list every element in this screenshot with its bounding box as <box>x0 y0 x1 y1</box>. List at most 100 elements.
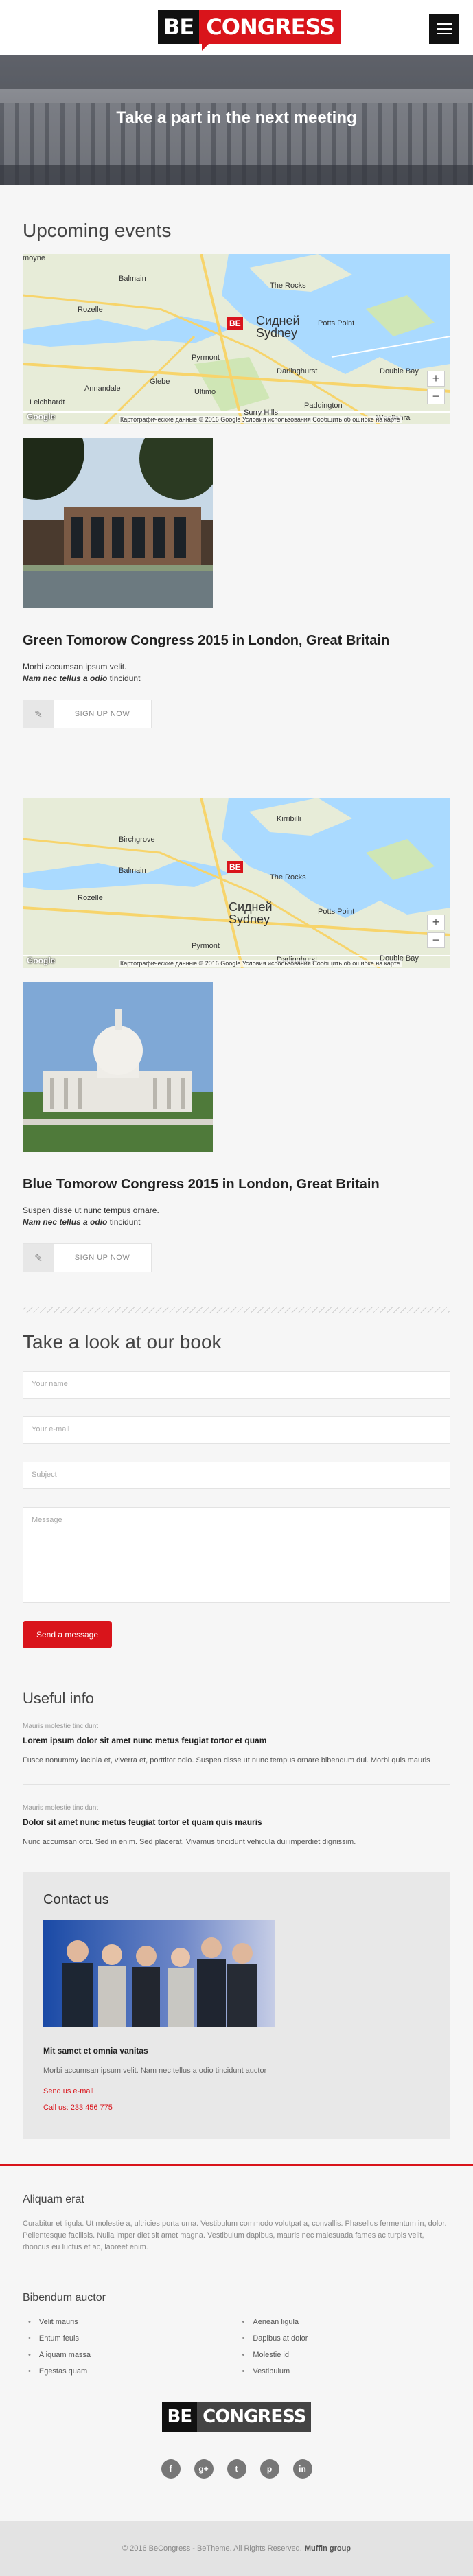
footer-links: Velit mauris Aenean ligula Entum feuis D… <box>23 2318 450 2376</box>
info-heading: Dolor sit amet nunc metus feugiat tortor… <box>23 1817 262 1827</box>
pencil-icon: ✎ <box>23 1244 54 1272</box>
map-pin-icon[interactable]: BE <box>227 861 243 873</box>
site-footer: Aliquam erat Curabitur et ligula. Ut mol… <box>0 2164 473 2521</box>
map-city-label: Сидней <box>256 314 300 327</box>
upcoming-events-title: Upcoming events <box>23 220 172 241</box>
footer-title-1: Aliquam erat <box>23 2194 84 2205</box>
event-line2-rest: tincidunt <box>109 674 141 683</box>
event-title[interactable]: Green Tomorow Congress 2015 in London, G… <box>23 633 450 649</box>
footer-link[interactable]: Molestie id <box>237 2351 451 2359</box>
footer-logo-congress: CONGRESS <box>197 2402 312 2432</box>
map-label: Potts Point <box>318 908 355 916</box>
email-field[interactable]: Your e-mail <box>23 1416 450 1444</box>
zigzag-divider <box>23 1307 450 1313</box>
useful-info-section: Useful info Mauris molestie tincidunt Lo… <box>23 1690 450 1848</box>
footer-link[interactable]: Dapibus at dolor <box>237 2334 451 2343</box>
divider <box>23 1784 450 1785</box>
site-logo[interactable]: BE CONGRESS <box>158 10 342 51</box>
map-label: Birchgrove <box>119 836 155 844</box>
event-line2-bold: Nam nec tellus a odio <box>23 674 108 683</box>
footer-link[interactable]: Velit mauris <box>23 2318 237 2326</box>
useful-info-title: Useful info <box>23 1690 94 1707</box>
email-link[interactable]: Send us e-mail <box>43 2087 430 2095</box>
linkedin-icon[interactable]: in <box>292 2459 312 2479</box>
team-photo-graphic <box>62 1937 257 2027</box>
footer-link[interactable]: Aliquam massa <box>23 2351 237 2359</box>
map-label: Kirribilli <box>277 815 301 823</box>
map-label: Darlinghurst <box>277 367 318 376</box>
page: BE CONGRESS Take a part in the next meet… <box>0 0 473 2576</box>
google-logo: Google <box>27 956 56 965</box>
info-item: Mauris molestie tincidunt Lorem ipsum do… <box>23 1723 450 1767</box>
info-small: Mauris molestie tincidunt <box>23 1723 99 1730</box>
event-title[interactable]: Blue Tomorow Congress 2015 in London, Gr… <box>23 1177 450 1193</box>
name-field[interactable]: Your name <box>23 1371 450 1399</box>
event-line2-rest: tincidunt <box>109 1217 141 1227</box>
copyright-text: © 2016 BeCongress - BeTheme. All Rights … <box>122 2544 302 2553</box>
sign-up-label: SIGN UP NOW <box>74 1254 130 1262</box>
event-map[interactable]: moyne Balmain Rozelle Glebe Annandale Le… <box>23 254 450 424</box>
event-description: Morbi accumsan ipsum velit. Nam nec tell… <box>23 661 450 685</box>
map-label: Rozelle <box>78 306 103 314</box>
footer-link[interactable]: Aenean ligula <box>237 2318 451 2326</box>
map-label: moyne <box>23 254 46 262</box>
zoom-in-button[interactable]: + <box>427 371 445 387</box>
contact-title: Contact us <box>43 1892 109 1907</box>
map-label: Annandale <box>84 384 121 393</box>
map-label: Balmain <box>119 275 146 283</box>
sign-up-button[interactable]: ✎ SIGN UP NOW <box>23 700 152 728</box>
event-photo <box>23 438 213 608</box>
map-label: Pyrmont <box>192 354 220 362</box>
zoom-in-button[interactable]: + <box>427 915 445 930</box>
facebook-icon[interactable]: f <box>161 2459 181 2479</box>
pinterest-icon[interactable]: p <box>259 2459 279 2479</box>
social-links: f g+ t p in <box>23 2459 450 2521</box>
footer-link[interactable]: Egestas quam <box>23 2367 237 2376</box>
map-pin-icon[interactable]: BE <box>227 317 243 330</box>
info-item: Mauris molestie tincidunt Dolor sit amet… <box>23 1804 450 1848</box>
map-label: Double Bay <box>380 367 419 376</box>
map-label: Glebe <box>150 378 170 386</box>
info-body: Nunc accumsan orci. Sed in enim. Sed pla… <box>23 1838 356 1846</box>
map-label: Leichhardt <box>30 398 65 406</box>
map-graphic <box>23 254 450 424</box>
map-label: The Rocks <box>270 873 306 882</box>
copyright-bar: © 2016 BeCongress - BeTheme. All Rights … <box>0 2521 473 2576</box>
zoom-out-button[interactable]: − <box>427 932 445 948</box>
contact-description: Morbi accumsan ipsum velit. Nam nec tell… <box>43 2067 267 2075</box>
map-attribution[interactable]: Картографические данные © 2016 Google Ус… <box>119 960 402 967</box>
footer-title-2: Bibendum auctor <box>23 2292 106 2303</box>
contact-name: Mit samet et omnia vanitas <box>43 2046 148 2056</box>
footer-link[interactable]: Vestibulum <box>237 2367 451 2376</box>
info-small: Mauris molestie tincidunt <box>23 1804 99 1812</box>
map-attribution[interactable]: Картографические данные © 2016 Google Ус… <box>119 416 402 423</box>
subject-field[interactable]: Subject <box>23 1462 450 1489</box>
twitter-icon[interactable]: t <box>227 2459 246 2479</box>
team-photo <box>43 1920 275 2027</box>
message-field[interactable]: Message <box>23 1507 450 1603</box>
footer-link[interactable]: Entum feuis <box>23 2334 237 2343</box>
book-title: Take a look at our book <box>23 1331 222 1353</box>
event-photo <box>23 982 213 1152</box>
map-label: Rozelle <box>78 894 103 902</box>
pencil-icon: ✎ <box>23 700 54 728</box>
phone-link[interactable]: Call us: 233 456 775 <box>43 2104 430 2112</box>
footer-logo-be: BE <box>161 2402 198 2432</box>
author-link[interactable]: Muffin group <box>305 2544 351 2553</box>
footer-logo[interactable]: BE CONGRESS <box>23 2402 450 2432</box>
site-header: BE CONGRESS <box>0 0 473 55</box>
sign-up-button[interactable]: ✎ SIGN UP NOW <box>23 1243 152 1272</box>
google-plus-icon[interactable]: g+ <box>194 2459 214 2479</box>
logo-congress-text: CONGRESS <box>199 10 342 51</box>
send-message-button[interactable]: Send a message <box>23 1621 112 1648</box>
map-city-label: Sydney <box>256 326 298 340</box>
event-map[interactable]: Birchgrove Kirribilli Balmain Rozelle Py… <box>23 798 450 968</box>
map-city-label: Сидней <box>229 900 273 914</box>
zoom-out-button[interactable]: − <box>427 389 445 404</box>
sign-up-label: SIGN UP NOW <box>74 710 130 718</box>
map-graphic <box>23 798 450 968</box>
logo-be-text: BE <box>158 10 200 44</box>
capitol-photo <box>23 982 213 1152</box>
menu-button[interactable] <box>429 14 459 44</box>
event-description: Suspen disse ut nunc tempus ornare. Nam … <box>23 1205 450 1228</box>
